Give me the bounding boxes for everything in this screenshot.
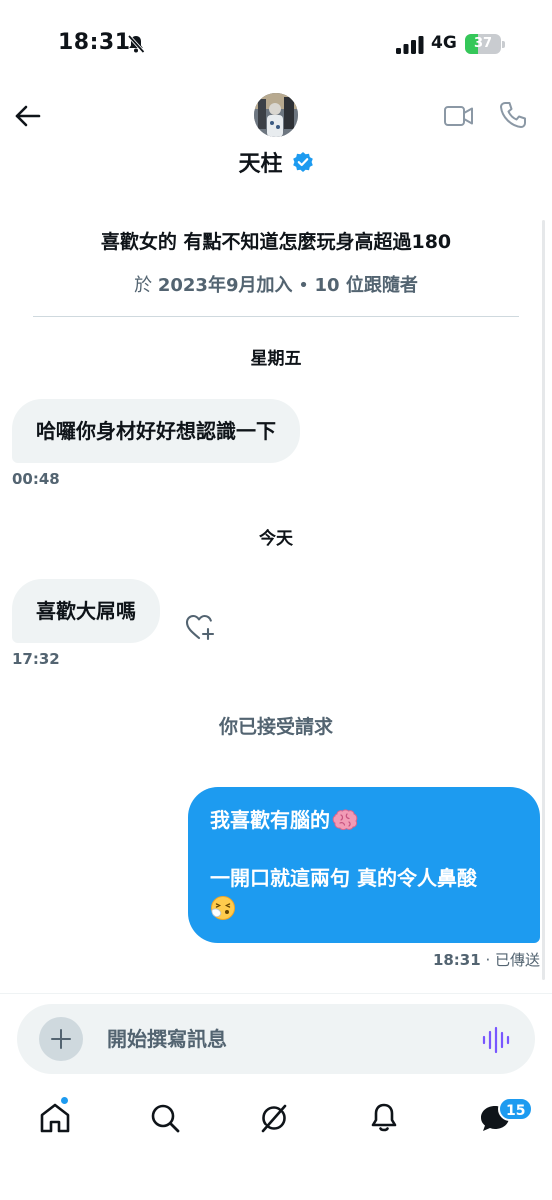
divider bbox=[33, 316, 519, 317]
sneezing-face-emoji bbox=[211, 896, 235, 920]
joined-prefix: 於 bbox=[134, 275, 158, 296]
delivery-status: · 已傳送 bbox=[480, 951, 540, 969]
plus-icon bbox=[51, 1029, 71, 1049]
request-accepted-note: 你已接受請求 bbox=[218, 716, 333, 738]
incoming-message[interactable]: 喜歡大屌嗎 bbox=[12, 579, 160, 643]
battery-percent: 37 bbox=[473, 36, 493, 51]
message-time: 00:48 bbox=[12, 470, 60, 488]
tab-grok[interactable] bbox=[254, 1098, 294, 1138]
home-notification-dot bbox=[60, 1096, 69, 1105]
video-camera-icon[interactable] bbox=[443, 102, 475, 130]
message-composer: 開始撰寫訊息 bbox=[17, 1004, 535, 1074]
outgoing-line-1: 我喜歡有腦的 bbox=[210, 808, 330, 832]
network-type: 4G bbox=[431, 33, 457, 53]
day-separator: 星期五 bbox=[250, 349, 302, 369]
outgoing-time: 18:31 bbox=[432, 951, 481, 969]
verified-badge-icon bbox=[292, 152, 313, 172]
contact-header: 天柱 bbox=[0, 146, 552, 178]
tab-search[interactable] bbox=[145, 1098, 185, 1138]
search-icon bbox=[151, 1104, 180, 1133]
joined-date: 2023年9月加入 bbox=[157, 275, 293, 296]
tab-home[interactable] bbox=[35, 1098, 75, 1138]
outgoing-line-2: 一開口就這兩句 真的令人鼻酸 bbox=[210, 866, 477, 890]
tab-notifications[interactable] bbox=[364, 1098, 404, 1138]
voice-wave-icon[interactable] bbox=[481, 1026, 511, 1054]
profile-bio: 喜歡女的 有點不知道怎麼玩身高超過180 bbox=[100, 231, 452, 253]
outgoing-message[interactable]: 我喜歡有腦的 一開口就這兩句 真的令人鼻酸 bbox=[188, 787, 540, 943]
avatar[interactable] bbox=[254, 93, 298, 137]
composer-divider bbox=[0, 993, 552, 994]
heart-plus-icon[interactable] bbox=[184, 612, 216, 642]
status-time: 18:31 bbox=[58, 30, 131, 55]
messages-badge: 15 bbox=[498, 1097, 534, 1121]
battery-indicator: 37 bbox=[465, 34, 505, 54]
contact-name[interactable]: 天柱 bbox=[238, 152, 282, 177]
message-time: 17:32 bbox=[12, 650, 60, 668]
followers-label: 位跟隨者 bbox=[339, 275, 418, 296]
avatar-image bbox=[254, 93, 298, 137]
day-separator: 今天 bbox=[259, 529, 293, 549]
incoming-message[interactable]: 哈囉你身材好好想認識一下 bbox=[12, 399, 300, 463]
back-arrow-icon[interactable] bbox=[12, 100, 44, 132]
scrollbar[interactable] bbox=[542, 220, 545, 980]
signal-bars-icon bbox=[396, 36, 424, 54]
brain-emoji bbox=[332, 809, 358, 831]
bell-slash-icon bbox=[127, 34, 145, 54]
phone-icon[interactable] bbox=[498, 100, 528, 130]
sent-status: 18:31 · 已傳送 bbox=[433, 949, 540, 970]
grok-icon bbox=[261, 1104, 287, 1133]
status-bar: 18:31 4G 37 bbox=[0, 0, 552, 90]
profile-meta: 於 2023年9月加入 • 10 位跟隨者 bbox=[134, 275, 418, 296]
followers-count: 10 bbox=[314, 275, 340, 296]
message-input[interactable]: 開始撰寫訊息 bbox=[107, 1004, 467, 1074]
attach-button[interactable] bbox=[39, 1017, 83, 1061]
home-icon bbox=[40, 1103, 70, 1133]
bell-icon bbox=[371, 1103, 397, 1132]
